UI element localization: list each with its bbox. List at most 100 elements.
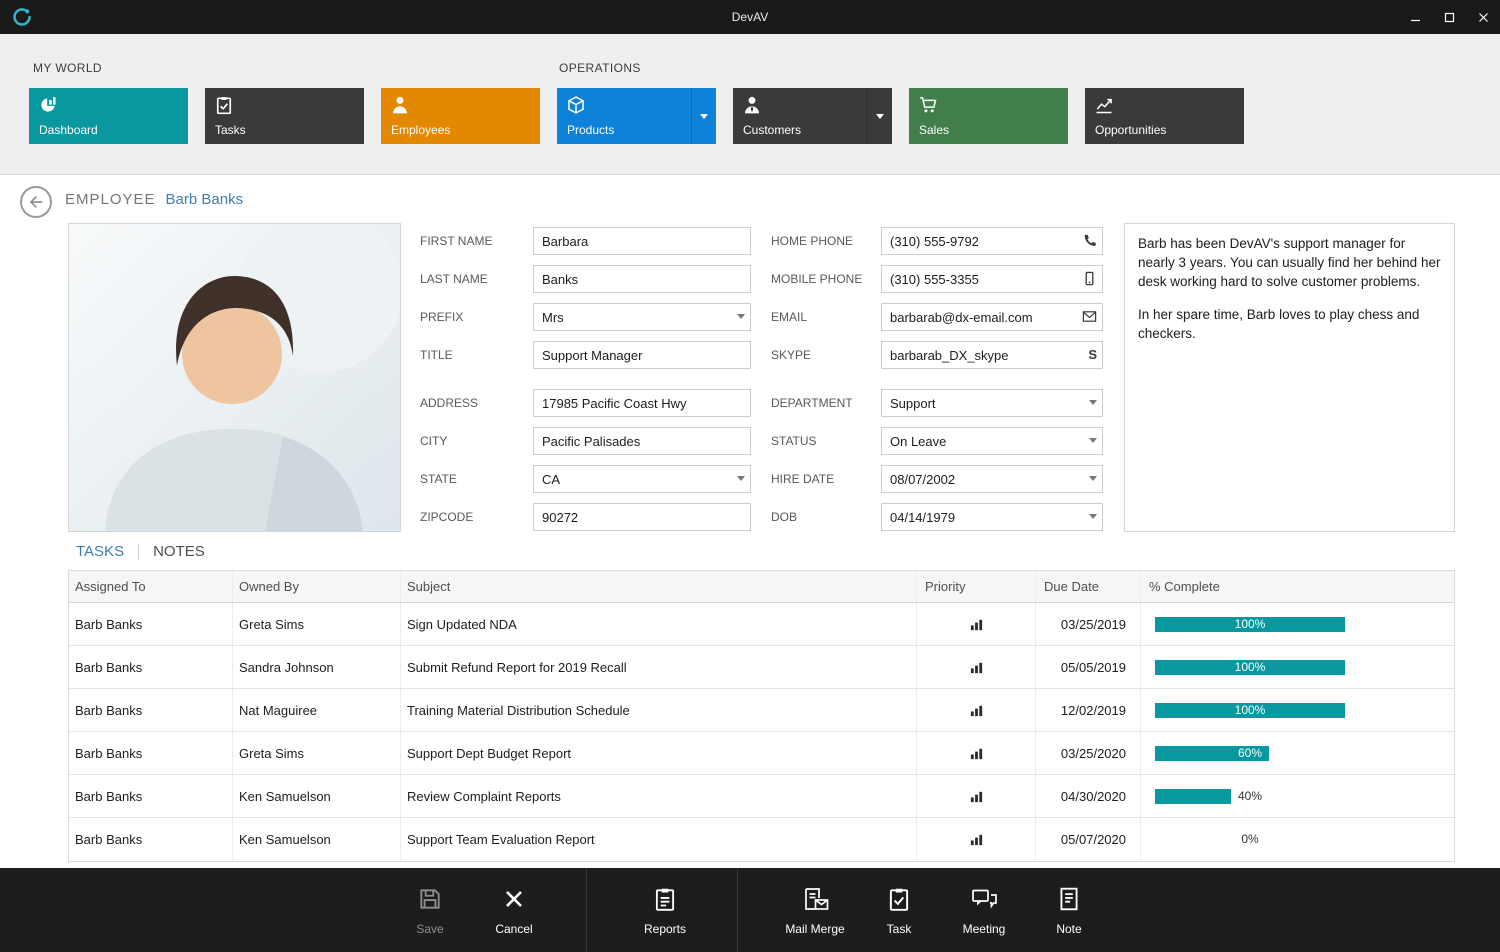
window-controls [1398, 0, 1500, 34]
cell-assigned-to: Barb Banks [69, 732, 233, 774]
state-dropdown-button[interactable] [737, 465, 745, 491]
tab-notes[interactable]: NOTES [153, 543, 205, 560]
prefix-input[interactable] [533, 303, 751, 331]
photo-placeholder [69, 224, 400, 531]
cell-priority [917, 818, 1036, 861]
back-button[interactable] [20, 186, 52, 218]
zipcode-label: ZIPCODE [420, 503, 473, 531]
cancel-icon [468, 884, 560, 914]
first-name-field [533, 227, 751, 255]
status-dropdown-button[interactable] [1089, 427, 1097, 453]
cell-owned-by: Ken Samuelson [233, 818, 401, 861]
department-input[interactable] [881, 389, 1103, 417]
home-phone-input[interactable] [881, 227, 1103, 255]
department-dropdown-button[interactable] [1089, 389, 1097, 415]
chevron-down-icon [1089, 514, 1097, 519]
table-header-row: Assigned To Owned By Subject Priority Du… [69, 571, 1454, 603]
city-input[interactable] [533, 427, 751, 455]
cell-priority [917, 732, 1036, 774]
last-name-input[interactable] [533, 265, 751, 293]
customers-dropdown-button[interactable] [867, 88, 892, 144]
task-row[interactable]: Barb Banks Greta Sims Support Dept Budge… [69, 732, 1454, 775]
cell-subject: Support Team Evaluation Report [401, 818, 917, 861]
tile-tasks[interactable]: Tasks [205, 88, 364, 144]
mail-merge-button[interactable]: Mail Merge [769, 884, 861, 936]
my-world-tiles: Dashboard Tasks Employees [29, 88, 540, 144]
products-dropdown-button[interactable] [691, 88, 716, 144]
tile-employees[interactable]: Employees [381, 88, 540, 144]
col-priority[interactable]: Priority [917, 571, 1036, 602]
email-input[interactable] [881, 303, 1103, 331]
task-row[interactable]: Barb Banks Nat Maguiree Training Materia… [69, 689, 1454, 732]
minimize-button[interactable] [1398, 0, 1432, 34]
cell-percent-complete: 100% [1141, 603, 1454, 645]
zipcode-input[interactable] [533, 503, 751, 531]
cell-subject: Review Complaint Reports [401, 775, 917, 817]
window-title: DevAV [0, 10, 1500, 24]
status-input[interactable] [881, 427, 1103, 455]
address-label: ADDRESS [420, 389, 478, 417]
state-input[interactable] [533, 465, 751, 493]
cell-assigned-to: Barb Banks [69, 603, 233, 645]
col-subject[interactable]: Subject [401, 571, 917, 602]
tile-dashboard[interactable]: Dashboard [29, 88, 188, 144]
mobile-phone-label: MOBILE PHONE [771, 265, 862, 293]
col-due-date[interactable]: Due Date [1036, 571, 1141, 602]
hire-date-dropdown-button[interactable] [1089, 465, 1097, 491]
cancel-button[interactable]: Cancel [468, 884, 560, 936]
progress-label: 100% [1155, 703, 1345, 718]
col-percent-complete[interactable]: % Complete [1141, 571, 1454, 602]
button-label: Cancel [468, 922, 560, 936]
prefix-dropdown-button[interactable] [737, 303, 745, 329]
mail-merge-icon [769, 884, 861, 914]
tile-opportunities[interactable]: Opportunities [1085, 88, 1244, 144]
cell-owned-by: Nat Maguiree [233, 689, 401, 731]
tile-products[interactable]: Products [557, 88, 716, 144]
button-label: Task [853, 922, 945, 936]
task-row[interactable]: Barb Banks Sandra Johnson Submit Refund … [69, 646, 1454, 689]
note-button[interactable]: Note [1023, 884, 1115, 936]
cell-due-date: 05/05/2019 [1036, 646, 1141, 688]
task-button[interactable]: Task [853, 884, 945, 936]
button-label: Reports [619, 922, 711, 936]
tile-sales[interactable]: Sales [909, 88, 1068, 144]
task-row[interactable]: Barb Banks Ken Samuelson Review Complain… [69, 775, 1454, 818]
bio-panel[interactable]: Barb has been DevAV's support manager fo… [1124, 223, 1455, 532]
hire-date-input[interactable] [881, 465, 1103, 493]
employee-photo[interactable] [68, 223, 401, 532]
reports-button[interactable]: Reports [619, 884, 711, 936]
address-input[interactable] [533, 389, 751, 417]
mobile-phone-field [881, 265, 1103, 293]
dob-input[interactable] [881, 503, 1103, 531]
title-input[interactable] [533, 341, 751, 369]
tab-tasks[interactable]: TASKS [76, 543, 124, 560]
col-assigned-to[interactable]: Assigned To [69, 571, 233, 602]
progress-bar: 100% [1155, 617, 1345, 632]
tile-label: Dashboard [39, 123, 98, 137]
first-name-input[interactable] [533, 227, 751, 255]
close-button[interactable] [1466, 0, 1500, 34]
chevron-down-icon [737, 314, 745, 319]
chevron-down-icon [876, 114, 884, 119]
task-row[interactable]: Barb Banks Ken Samuelson Support Team Ev… [69, 818, 1454, 861]
maximize-button[interactable] [1432, 0, 1466, 34]
cell-due-date: 12/02/2019 [1036, 689, 1141, 731]
task-row[interactable]: Barb Banks Greta Sims Sign Updated NDA 0… [69, 603, 1454, 646]
cell-assigned-to: Barb Banks [69, 818, 233, 861]
tile-label: Opportunities [1095, 123, 1166, 137]
progress-bar: 100% [1155, 660, 1345, 675]
meeting-button[interactable]: Meeting [938, 884, 1030, 936]
opportunities-icon [1094, 95, 1114, 115]
priority-icon [969, 660, 984, 675]
department-field [881, 389, 1103, 417]
dob-dropdown-button[interactable] [1089, 503, 1097, 529]
tile-customers[interactable]: Customers [733, 88, 892, 144]
tile-label: Employees [391, 123, 450, 137]
priority-icon [969, 832, 984, 847]
progress-label: 40% [1155, 789, 1345, 804]
col-owned-by[interactable]: Owned By [233, 571, 401, 602]
skype-input[interactable] [881, 341, 1103, 369]
save-button[interactable]: Save [384, 884, 476, 936]
mobile-phone-input[interactable] [881, 265, 1103, 293]
cell-subject: Sign Updated NDA [401, 603, 917, 645]
